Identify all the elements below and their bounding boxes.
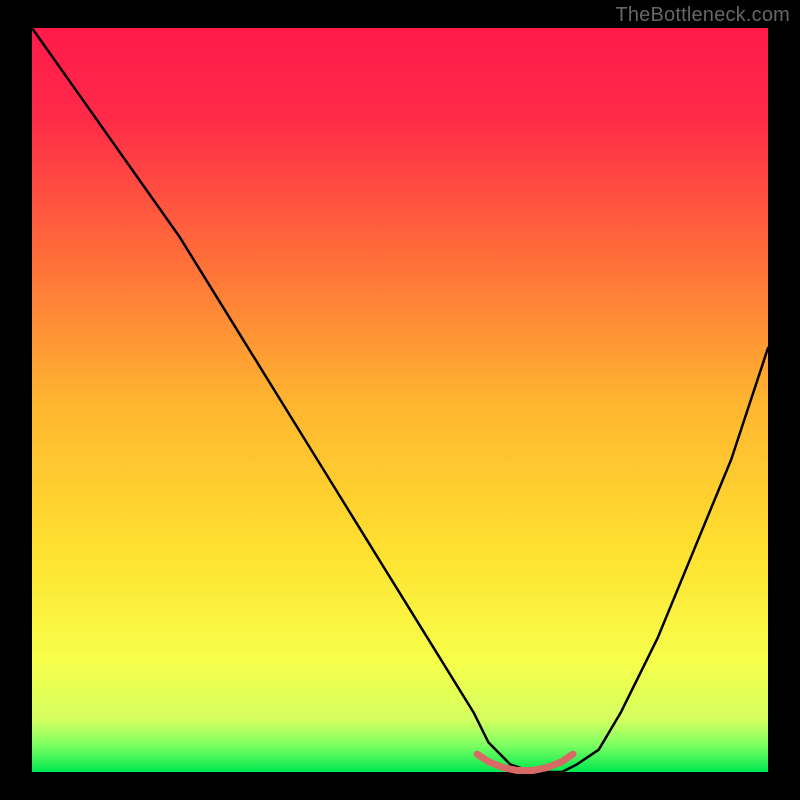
watermark-text: TheBottleneck.com	[615, 4, 790, 27]
chart-container: TheBottleneck.com	[0, 0, 800, 800]
chart-svg	[0, 0, 800, 800]
gradient-background	[32, 28, 768, 772]
